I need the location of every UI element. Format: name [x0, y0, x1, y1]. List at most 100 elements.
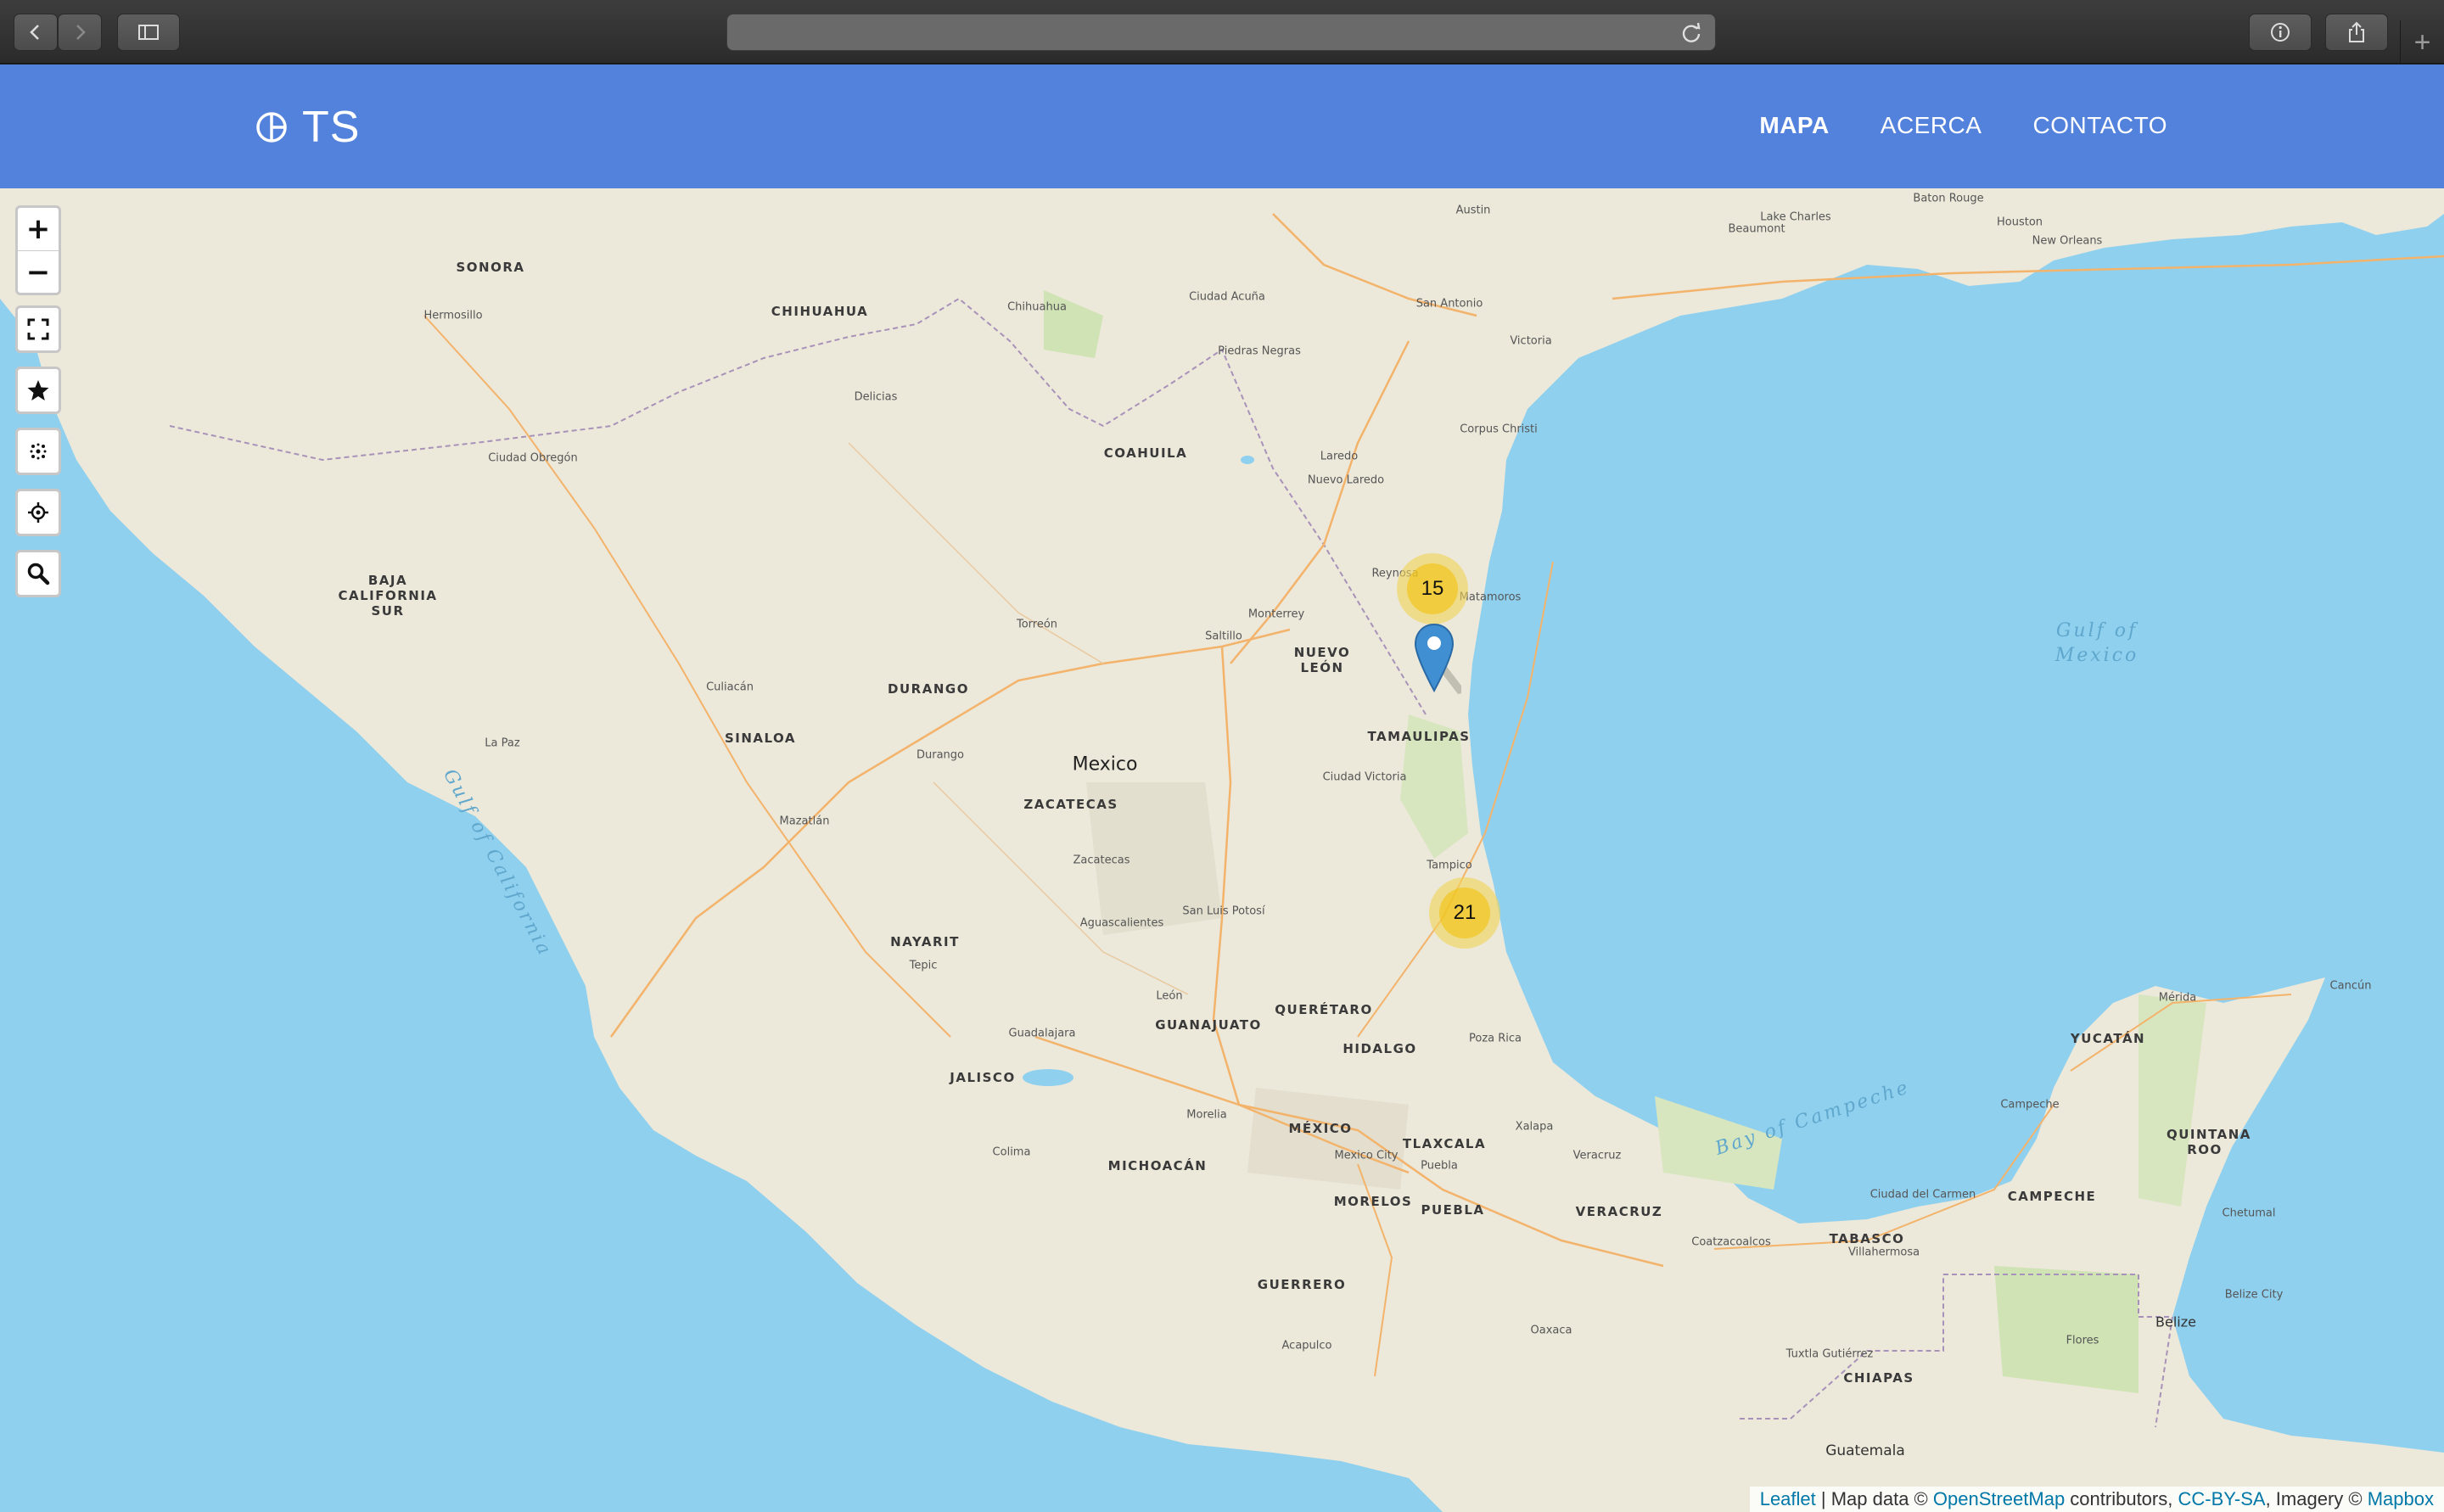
cluster-count: 15 — [1407, 563, 1458, 614]
city-label: Chihuahua — [1007, 300, 1067, 314]
fullscreen-icon — [27, 318, 49, 340]
chevron-right-icon — [76, 25, 86, 40]
state-label: CHIAPAS — [1843, 1370, 1914, 1386]
city-label: Acapulco — [1281, 1339, 1332, 1352]
marker-cluster[interactable]: 21 — [1429, 877, 1500, 949]
favorites-button[interactable] — [18, 369, 59, 412]
info-button[interactable] — [2249, 14, 2312, 51]
reload-icon[interactable] — [1679, 21, 1703, 45]
info-icon — [2271, 23, 2290, 42]
city-label: Morelia — [1186, 1108, 1227, 1122]
city-label: Durango — [916, 748, 965, 762]
city-label: Corpus Christi — [1460, 423, 1538, 436]
share-button[interactable] — [2325, 14, 2388, 51]
country-label: Mexico — [1072, 753, 1138, 776]
marker-cluster[interactable]: 15 — [1397, 553, 1468, 624]
fullscreen-control — [15, 305, 61, 353]
address-bar[interactable] — [726, 14, 1716, 51]
state-label: TAMAULIPAS — [1367, 729, 1471, 744]
state-label: SINALOA — [724, 731, 797, 746]
map-pin-icon[interactable] — [1414, 623, 1461, 694]
new-tab-button[interactable]: + — [2400, 20, 2444, 64]
city-label: Coatzacoalcos — [1691, 1235, 1771, 1249]
city-label: León — [1156, 989, 1183, 1003]
locate-button[interactable] — [18, 491, 59, 534]
fullscreen-button[interactable] — [18, 308, 59, 350]
share-icon — [2349, 21, 2364, 42]
city-label: Belize City — [2224, 1288, 2284, 1302]
city-label: Torreón — [1016, 618, 1058, 631]
city-label: Tampico — [1427, 859, 1472, 872]
cluster-icon — [30, 443, 47, 460]
water-label: Gulf of Mexico — [2054, 620, 2139, 666]
map-attribution: Leaflet | Map data © OpenStreetMap contr… — [1749, 1487, 2444, 1512]
osm-link[interactable]: OpenStreetMap — [1933, 1488, 2065, 1509]
city-label: Victoria — [1510, 334, 1552, 348]
sidebar-icon — [138, 25, 159, 40]
crosshair-icon — [28, 502, 48, 523]
state-label: MORELOS — [1333, 1194, 1413, 1209]
city-label: Ciudad Acuña — [1189, 290, 1265, 304]
city-label: La Paz — [485, 736, 520, 750]
state-label: NAYARIT — [890, 934, 960, 949]
city-label: Matamoros — [1459, 591, 1522, 604]
nav-link-mapa[interactable]: MAPA — [1759, 112, 1829, 139]
city-label: Piedras Negras — [1218, 344, 1301, 358]
cluster-toggle-button[interactable] — [18, 430, 59, 473]
nav-links: MAPA ACERCA CONTACTO — [1759, 112, 2167, 139]
city-label: Laredo — [1320, 450, 1359, 463]
city-label: Poza Rica — [1468, 1032, 1522, 1045]
state-label: PUEBLA — [1421, 1202, 1485, 1218]
state-label: NUEVO LEÓN — [1293, 645, 1351, 675]
city-label: Mexico City — [1334, 1149, 1399, 1162]
city-label: Belize — [2155, 1313, 2196, 1330]
cluster-toggle-control — [15, 428, 61, 475]
zoom-in-button[interactable]: + — [18, 208, 59, 250]
city-label: Guatemala — [1825, 1442, 1905, 1459]
city-label: Tuxtla Gutiérrez — [1785, 1347, 1874, 1361]
site-navbar: TS MAPA ACERCA CONTACTO — [0, 64, 2444, 188]
sidebar-button[interactable] — [117, 14, 180, 51]
city-label: New Orleans — [2032, 234, 2103, 248]
city-label: Veracruz — [1572, 1149, 1622, 1162]
state-label: MÉXICO — [1288, 1121, 1353, 1136]
city-label: Nuevo Laredo — [1307, 473, 1385, 487]
city-label: Ciudad Obregón — [488, 451, 578, 465]
forward-button[interactable] — [58, 14, 102, 51]
city-label: Mérida — [2158, 991, 2197, 1005]
search-button[interactable] — [18, 552, 59, 595]
state-label: BAJA CALIFORNIA SUR — [338, 573, 438, 619]
state-label: VERACRUZ — [1575, 1204, 1663, 1219]
state-label: QUERÉTARO — [1275, 1002, 1373, 1017]
leaflet-link[interactable]: Leaflet — [1760, 1488, 1816, 1509]
license-link[interactable]: CC-BY-SA — [2178, 1488, 2265, 1509]
city-label: Houston — [1996, 216, 2043, 229]
brand[interactable]: TS — [255, 102, 360, 153]
state-label: ZACATECAS — [1023, 797, 1118, 812]
city-label: Campeche — [2000, 1098, 2060, 1112]
state-label: TLAXCALA — [1402, 1136, 1487, 1151]
city-label: Hermosillo — [423, 309, 483, 322]
map-tiles — [0, 188, 2444, 1512]
nav-link-acerca[interactable]: ACERCA — [1881, 112, 1982, 139]
favorites-control — [15, 367, 61, 414]
city-label: Chetumal — [2222, 1207, 2276, 1220]
state-label: QUINTANA ROO — [2167, 1127, 2251, 1157]
zoom-control: + − — [15, 205, 61, 295]
mapbox-link[interactable]: Mapbox — [2368, 1488, 2434, 1509]
state-label: SONORA — [456, 260, 525, 275]
city-label: Tepic — [909, 959, 938, 972]
nav-link-contacto[interactable]: CONTACTO — [2032, 112, 2167, 139]
city-label: Saltillo — [1205, 630, 1242, 643]
attribution-text: | Map data © — [1815, 1488, 1933, 1509]
locate-control — [15, 489, 61, 536]
map-viewport[interactable]: Mexico SONORA CHIHUAHUA COAHUILA BAJA CA… — [0, 188, 2444, 1512]
city-label: Oaxaca — [1530, 1324, 1572, 1337]
back-button[interactable] — [14, 14, 58, 51]
zoom-out-button[interactable]: − — [18, 250, 59, 293]
state-label: JALISCO — [950, 1070, 1016, 1085]
state-label: TABASCO — [1829, 1231, 1905, 1246]
attribution-text: contributors, — [2065, 1488, 2178, 1509]
city-label: San Luis Potosí — [1182, 904, 1265, 918]
browser-toolbar: + — [0, 0, 2444, 64]
